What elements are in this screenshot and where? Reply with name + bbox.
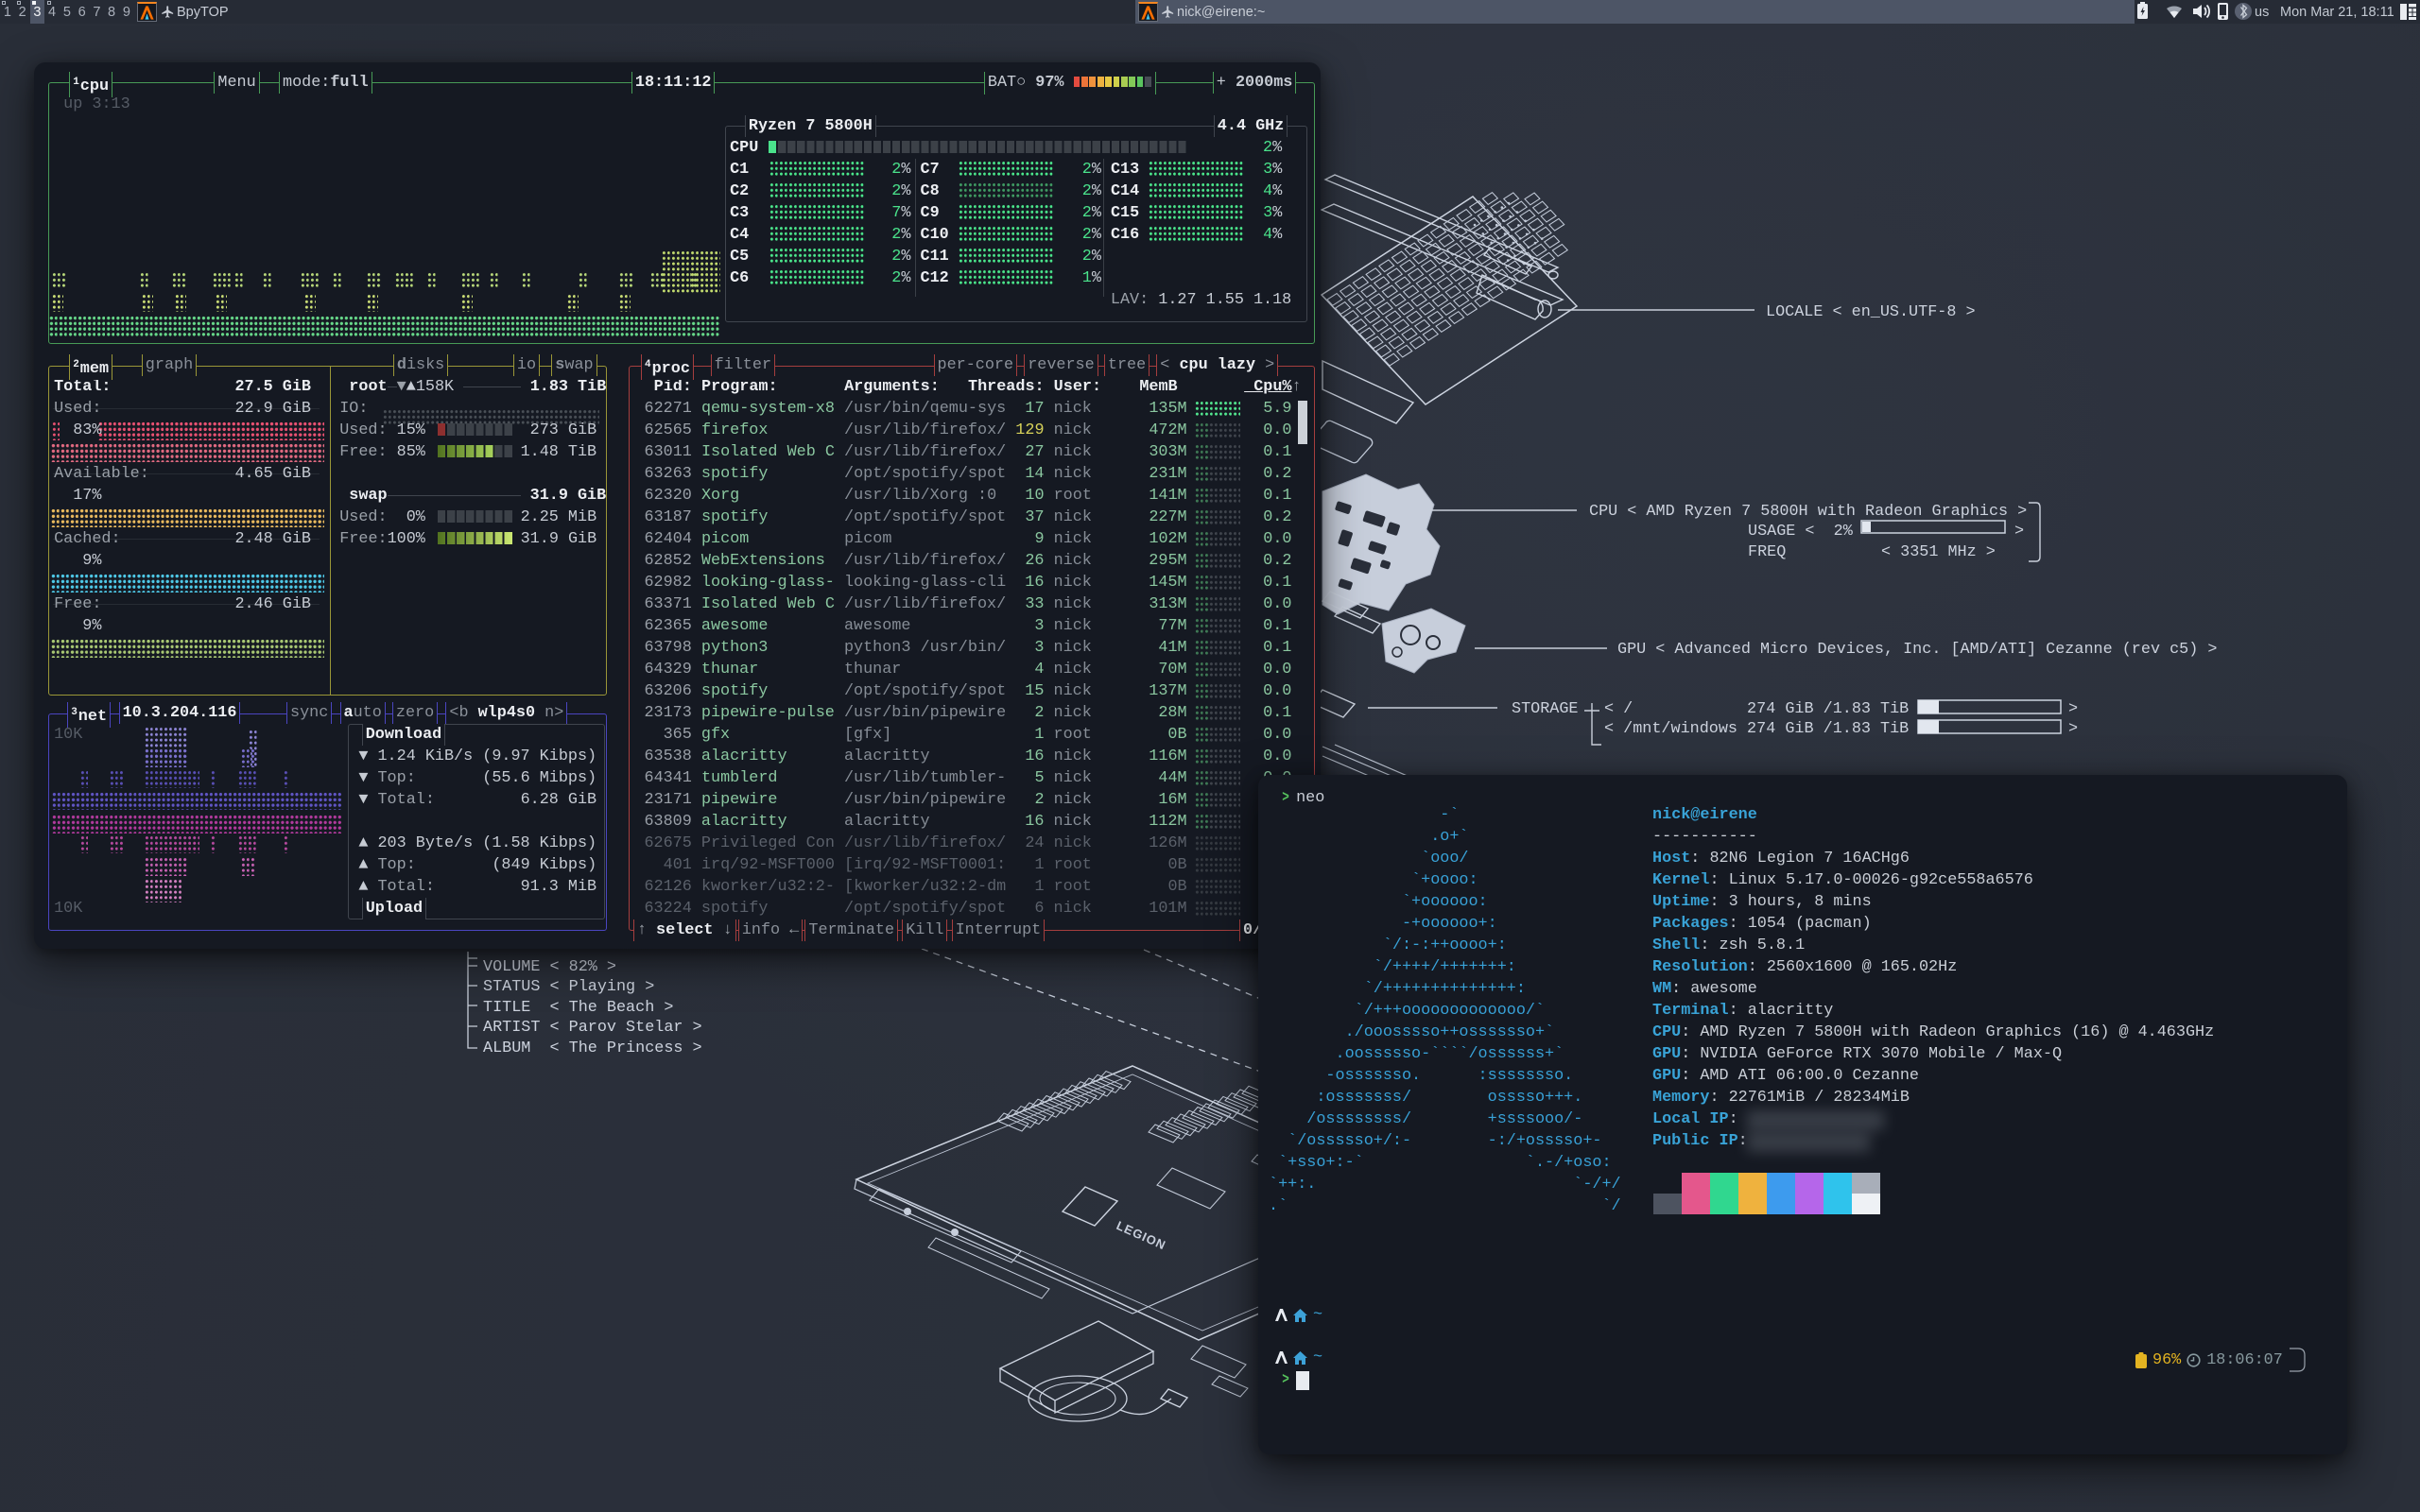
svg-text:LEGION: LEGION	[1115, 1218, 1168, 1252]
